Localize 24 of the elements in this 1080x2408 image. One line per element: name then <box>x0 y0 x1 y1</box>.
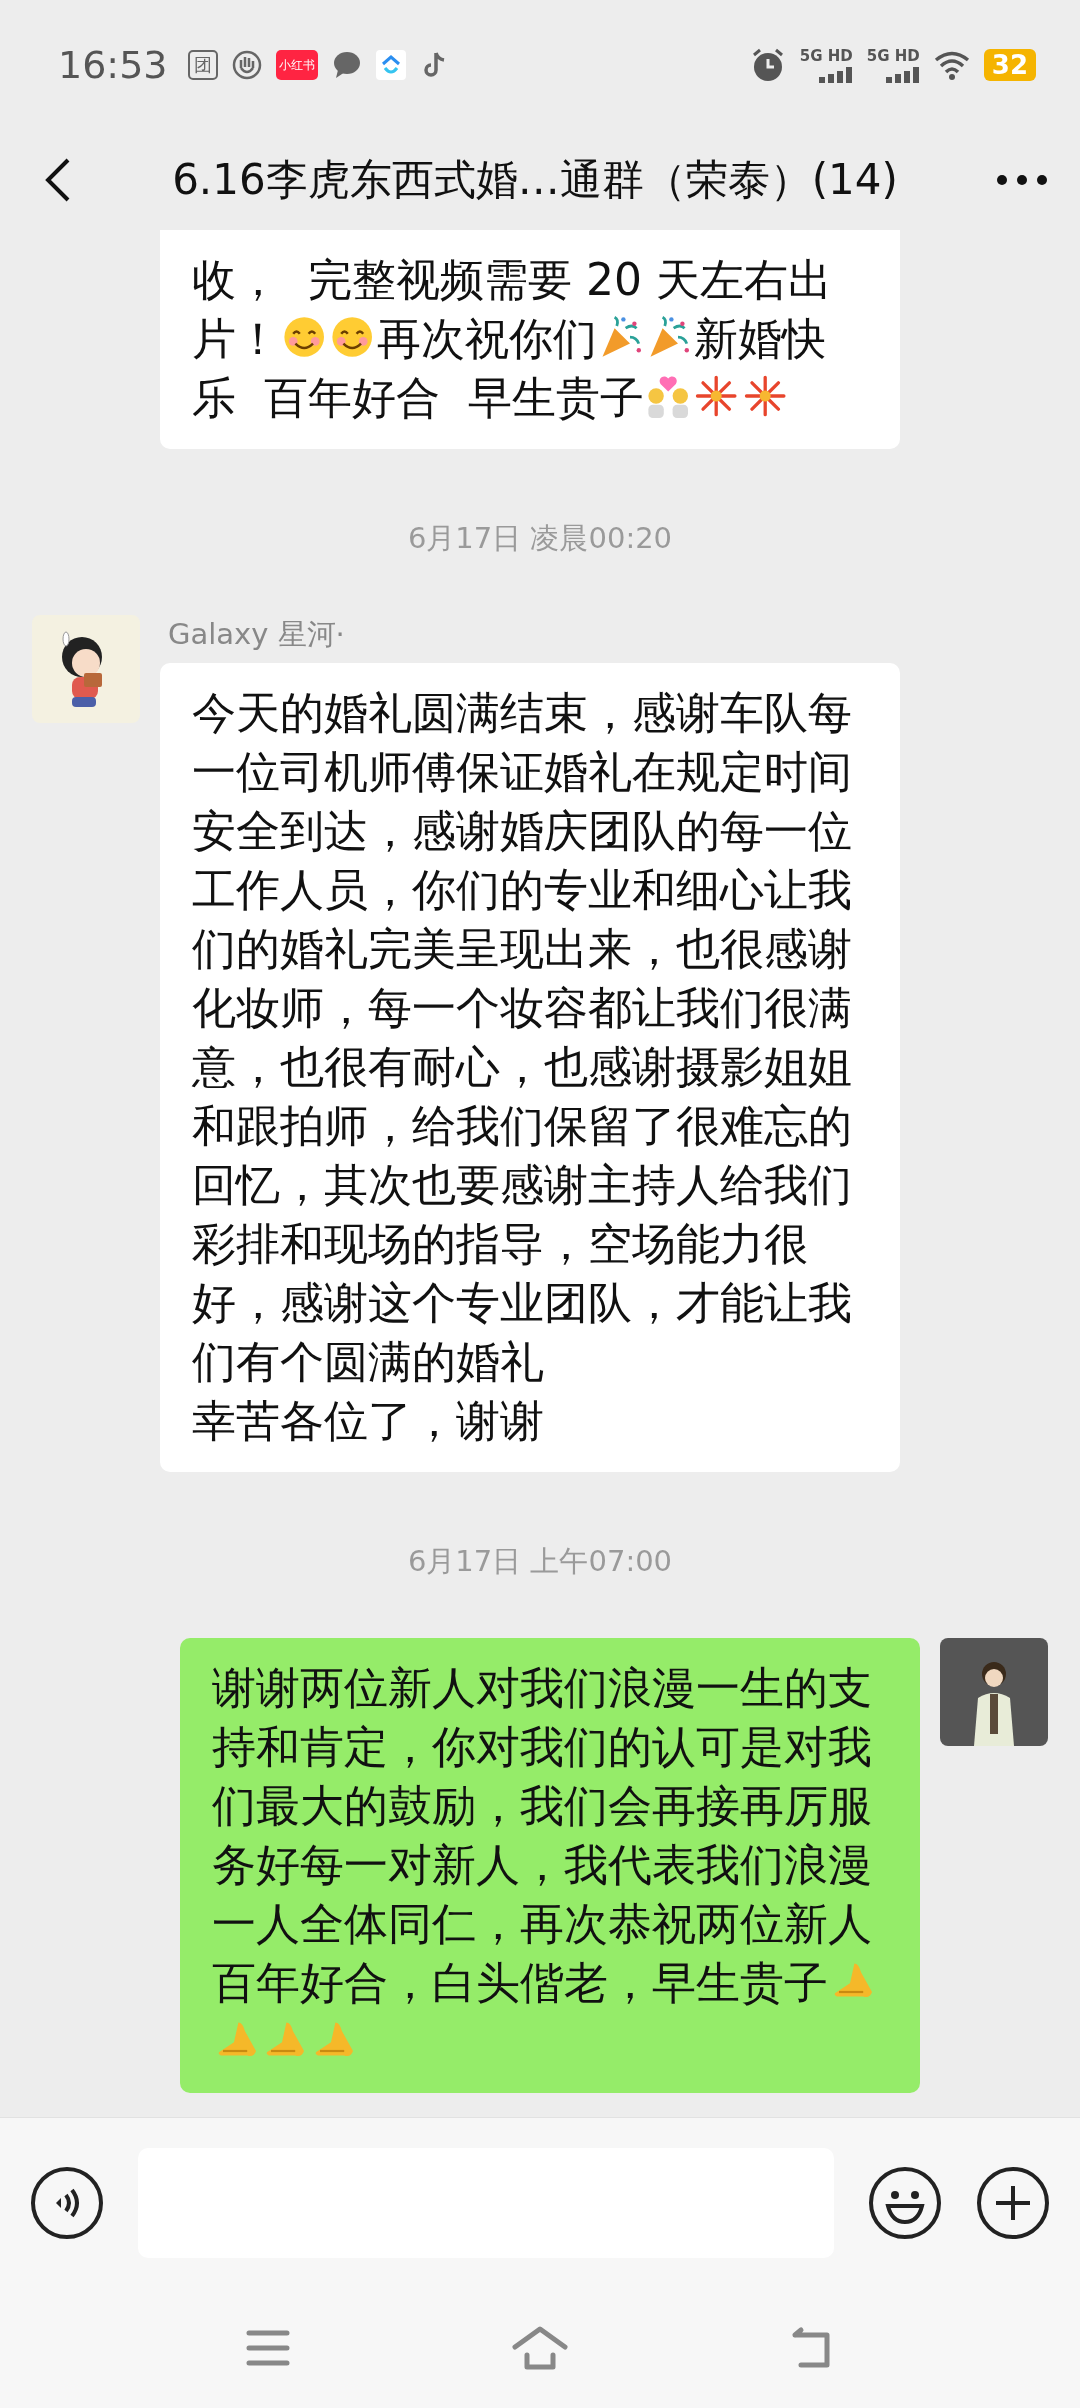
chat-title: 6.16李虎东西式婚…通群（荣泰）(14) <box>171 154 899 206</box>
more-icon[interactable] <box>994 172 1050 188</box>
battery-level: 32 <box>983 49 1036 81</box>
home-icon[interactable] <box>509 2325 571 2371</box>
timestamp: 6月17日 上午07:00 <box>407 1543 673 1580</box>
timestamp: 6月17日 凌晨00:20 <box>407 520 673 557</box>
message-text: 今天的婚礼圆满结束，感谢车队每一位司机师傅保证婚礼在规定时间安全到达，感谢婚庆团队的每一位工作人员，你们的专业和细心让我们的婚礼完美呈现出来，也很感谢化妆师，每一个妆容都让我们很满意，也很有耐心，也感谢摄影姐姐和跟拍师，给我们保留了很难忘的回忆，其次也要感谢主持人给我们彩排和现场的指导，空场能力很好，感谢这个专业团队，才能让我们有个圆满的婚礼 <box>192 686 853 1389</box>
hand-icon <box>231 50 262 80</box>
signal-icon <box>885 67 920 83</box>
cloud-app-icon <box>375 50 406 80</box>
signal-icon <box>818 67 853 83</box>
status-time: 16:53 <box>58 43 168 87</box>
voice-icon[interactable] <box>30 2166 104 2240</box>
emoji-icon[interactable] <box>868 2166 942 2240</box>
network-label: 5G HD <box>866 47 920 65</box>
message-text: 收， 完整视频需要 20 天左右出片！ 再次祝你们 新婚快乐 百年好合 早生贵子 <box>192 253 833 425</box>
chat-bubble-icon <box>331 50 362 80</box>
plus-icon[interactable] <box>976 2166 1050 2240</box>
sender-name: Galaxy 星河· <box>168 616 346 653</box>
message-text: 幸苦各位了，谢谢 <box>192 1394 545 1448</box>
app-notification-icon: 团 <box>187 50 218 80</box>
app-notification-icon: 小红书 <box>275 50 318 80</box>
network-label: 5G HD <box>799 47 853 65</box>
message-text: 谢谢两位新人对我们浪漫一生的支持和肯定，你对我们的认可是对我们最大的鼓励，我们会再接再厉服务好每一对新人，我代表我们浪漫一人全体同仁，再次恭祝两位新人百年好合，白头偕老，早生贵子 <box>212 1658 888 2071</box>
